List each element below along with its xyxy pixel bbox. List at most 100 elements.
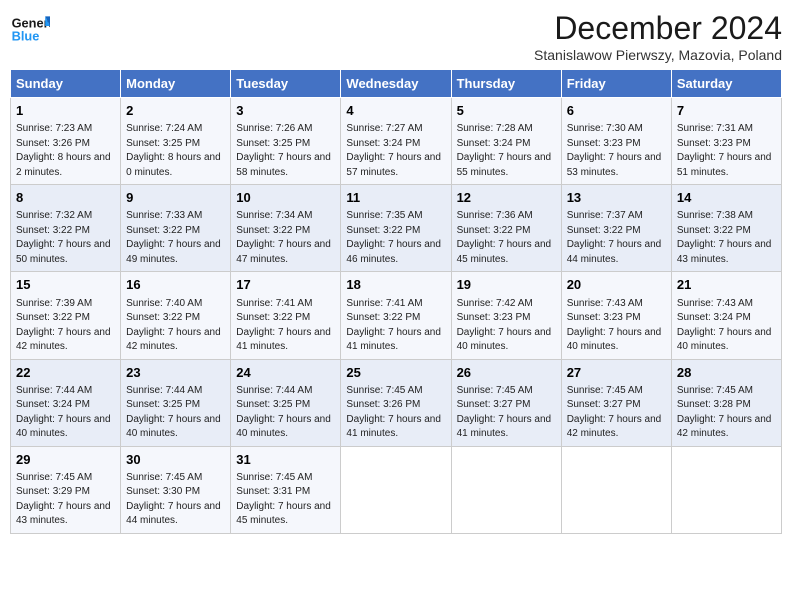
day-number: 14 (677, 189, 776, 207)
table-cell: 6 Sunrise: 7:30 AMSunset: 3:23 PMDayligh… (561, 98, 671, 185)
table-row: 22 Sunrise: 7:44 AMSunset: 3:24 PMDaylig… (11, 359, 782, 446)
table-cell: 15 Sunrise: 7:39 AMSunset: 3:22 PMDaylig… (11, 272, 121, 359)
day-number: 3 (236, 102, 335, 120)
day-number: 9 (126, 189, 225, 207)
day-info: Sunrise: 7:34 AMSunset: 3:22 PMDaylight:… (236, 209, 335, 267)
day-info: Sunrise: 7:41 AMSunset: 3:22 PMDaylight:… (346, 297, 445, 355)
table-cell: 10 Sunrise: 7:34 AMSunset: 3:22 PMDaylig… (231, 185, 341, 272)
svg-text:Blue: Blue (12, 28, 40, 43)
logo: General Blue (10, 10, 50, 50)
day-info: Sunrise: 7:45 AMSunset: 3:29 PMDaylight:… (16, 471, 115, 529)
day-info: Sunrise: 7:45 AMSunset: 3:26 PMDaylight:… (346, 384, 445, 442)
table-cell: 27 Sunrise: 7:45 AMSunset: 3:27 PMDaylig… (561, 359, 671, 446)
table-cell: 17 Sunrise: 7:41 AMSunset: 3:22 PMDaylig… (231, 272, 341, 359)
day-info: Sunrise: 7:43 AMSunset: 3:23 PMDaylight:… (567, 297, 666, 355)
day-number: 10 (236, 189, 335, 207)
table-cell: 4 Sunrise: 7:27 AMSunset: 3:24 PMDayligh… (341, 98, 451, 185)
table-row: 8 Sunrise: 7:32 AMSunset: 3:22 PMDayligh… (11, 185, 782, 272)
day-info: Sunrise: 7:45 AMSunset: 3:31 PMDaylight:… (236, 471, 335, 529)
table-cell: 1 Sunrise: 7:23 AMSunset: 3:26 PMDayligh… (11, 98, 121, 185)
table-cell: 14 Sunrise: 7:38 AMSunset: 3:22 PMDaylig… (671, 185, 781, 272)
table-cell: 8 Sunrise: 7:32 AMSunset: 3:22 PMDayligh… (11, 185, 121, 272)
day-info: Sunrise: 7:26 AMSunset: 3:25 PMDaylight:… (236, 122, 335, 180)
day-number: 31 (236, 451, 335, 469)
col-tuesday: Tuesday (231, 70, 341, 98)
location-title: Stanislawow Pierwszy, Mazovia, Poland (534, 47, 782, 63)
table-row: 15 Sunrise: 7:39 AMSunset: 3:22 PMDaylig… (11, 272, 782, 359)
col-saturday: Saturday (671, 70, 781, 98)
day-info: Sunrise: 7:43 AMSunset: 3:24 PMDaylight:… (677, 297, 776, 355)
day-info: Sunrise: 7:37 AMSunset: 3:22 PMDaylight:… (567, 209, 666, 267)
day-number: 30 (126, 451, 225, 469)
logo-icon: General Blue (10, 10, 50, 50)
day-number: 28 (677, 364, 776, 382)
col-sunday: Sunday (11, 70, 121, 98)
day-number: 24 (236, 364, 335, 382)
day-number: 16 (126, 276, 225, 294)
day-info: Sunrise: 7:45 AMSunset: 3:30 PMDaylight:… (126, 471, 225, 529)
table-cell: 26 Sunrise: 7:45 AMSunset: 3:27 PMDaylig… (451, 359, 561, 446)
day-number: 13 (567, 189, 666, 207)
table-cell (451, 446, 561, 533)
day-number: 2 (126, 102, 225, 120)
table-cell: 19 Sunrise: 7:42 AMSunset: 3:23 PMDaylig… (451, 272, 561, 359)
col-thursday: Thursday (451, 70, 561, 98)
day-info: Sunrise: 7:23 AMSunset: 3:26 PMDaylight:… (16, 122, 115, 180)
day-number: 19 (457, 276, 556, 294)
table-cell: 31 Sunrise: 7:45 AMSunset: 3:31 PMDaylig… (231, 446, 341, 533)
day-number: 23 (126, 364, 225, 382)
col-friday: Friday (561, 70, 671, 98)
day-number: 6 (567, 102, 666, 120)
table-cell: 5 Sunrise: 7:28 AMSunset: 3:24 PMDayligh… (451, 98, 561, 185)
title-area: December 2024 Stanislawow Pierwszy, Mazo… (534, 10, 782, 63)
day-number: 4 (346, 102, 445, 120)
table-cell: 30 Sunrise: 7:45 AMSunset: 3:30 PMDaylig… (121, 446, 231, 533)
day-info: Sunrise: 7:30 AMSunset: 3:23 PMDaylight:… (567, 122, 666, 180)
table-cell: 11 Sunrise: 7:35 AMSunset: 3:22 PMDaylig… (341, 185, 451, 272)
day-info: Sunrise: 7:35 AMSunset: 3:22 PMDaylight:… (346, 209, 445, 267)
table-cell: 29 Sunrise: 7:45 AMSunset: 3:29 PMDaylig… (11, 446, 121, 533)
day-number: 8 (16, 189, 115, 207)
day-info: Sunrise: 7:39 AMSunset: 3:22 PMDaylight:… (16, 297, 115, 355)
table-cell: 28 Sunrise: 7:45 AMSunset: 3:28 PMDaylig… (671, 359, 781, 446)
day-info: Sunrise: 7:33 AMSunset: 3:22 PMDaylight:… (126, 209, 225, 267)
day-number: 21 (677, 276, 776, 294)
table-cell: 7 Sunrise: 7:31 AMSunset: 3:23 PMDayligh… (671, 98, 781, 185)
day-info: Sunrise: 7:32 AMSunset: 3:22 PMDaylight:… (16, 209, 115, 267)
day-number: 15 (16, 276, 115, 294)
day-info: Sunrise: 7:45 AMSunset: 3:28 PMDaylight:… (677, 384, 776, 442)
table-cell (671, 446, 781, 533)
table-cell: 22 Sunrise: 7:44 AMSunset: 3:24 PMDaylig… (11, 359, 121, 446)
day-info: Sunrise: 7:45 AMSunset: 3:27 PMDaylight:… (457, 384, 556, 442)
day-info: Sunrise: 7:45 AMSunset: 3:27 PMDaylight:… (567, 384, 666, 442)
header-row: Sunday Monday Tuesday Wednesday Thursday… (11, 70, 782, 98)
day-info: Sunrise: 7:38 AMSunset: 3:22 PMDaylight:… (677, 209, 776, 267)
day-info: Sunrise: 7:24 AMSunset: 3:25 PMDaylight:… (126, 122, 225, 180)
day-number: 20 (567, 276, 666, 294)
day-info: Sunrise: 7:28 AMSunset: 3:24 PMDaylight:… (457, 122, 556, 180)
day-info: Sunrise: 7:40 AMSunset: 3:22 PMDaylight:… (126, 297, 225, 355)
table-cell (561, 446, 671, 533)
day-info: Sunrise: 7:44 AMSunset: 3:25 PMDaylight:… (126, 384, 225, 442)
table-cell: 3 Sunrise: 7:26 AMSunset: 3:25 PMDayligh… (231, 98, 341, 185)
table-cell: 25 Sunrise: 7:45 AMSunset: 3:26 PMDaylig… (341, 359, 451, 446)
day-info: Sunrise: 7:41 AMSunset: 3:22 PMDaylight:… (236, 297, 335, 355)
col-monday: Monday (121, 70, 231, 98)
table-row: 29 Sunrise: 7:45 AMSunset: 3:29 PMDaylig… (11, 446, 782, 533)
day-info: Sunrise: 7:44 AMSunset: 3:25 PMDaylight:… (236, 384, 335, 442)
table-cell (341, 446, 451, 533)
day-number: 18 (346, 276, 445, 294)
day-number: 7 (677, 102, 776, 120)
day-number: 17 (236, 276, 335, 294)
table-cell: 2 Sunrise: 7:24 AMSunset: 3:25 PMDayligh… (121, 98, 231, 185)
day-number: 26 (457, 364, 556, 382)
calendar-table: Sunday Monday Tuesday Wednesday Thursday… (10, 69, 782, 534)
table-cell: 13 Sunrise: 7:37 AMSunset: 3:22 PMDaylig… (561, 185, 671, 272)
table-cell: 12 Sunrise: 7:36 AMSunset: 3:22 PMDaylig… (451, 185, 561, 272)
table-cell: 21 Sunrise: 7:43 AMSunset: 3:24 PMDaylig… (671, 272, 781, 359)
day-number: 12 (457, 189, 556, 207)
day-info: Sunrise: 7:27 AMSunset: 3:24 PMDaylight:… (346, 122, 445, 180)
day-number: 1 (16, 102, 115, 120)
table-cell: 20 Sunrise: 7:43 AMSunset: 3:23 PMDaylig… (561, 272, 671, 359)
table-cell: 18 Sunrise: 7:41 AMSunset: 3:22 PMDaylig… (341, 272, 451, 359)
